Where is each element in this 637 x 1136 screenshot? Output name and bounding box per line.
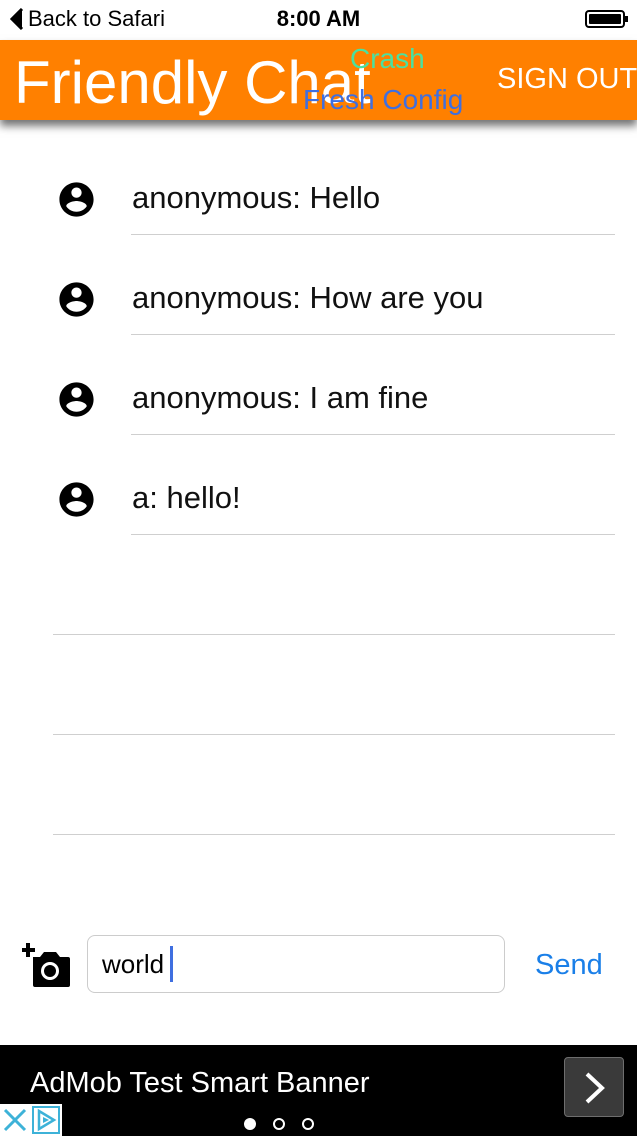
empty-row [0,535,637,635]
message-row: anonymous: Hello [0,135,637,235]
message-input[interactable] [87,935,505,993]
ad-banner[interactable]: AdMob Test Smart Banner [0,1045,637,1136]
crash-button[interactable]: Crash [350,43,425,75]
message-text: anonymous: I am fine [132,380,429,415]
message-row: a: hello! [0,435,637,535]
message-row: anonymous: I am fine [0,335,637,435]
ad-page-indicator [244,1118,316,1132]
add-a-photo-icon[interactable] [22,943,70,987]
text-caret [170,946,173,982]
account-circle-icon [59,382,94,417]
status-time: 8:00 AM [276,6,361,31]
chevron-right-icon [585,1072,605,1104]
fresh-config-button[interactable]: Fresh Config [303,84,463,116]
account-circle-icon [59,482,94,517]
row-divider [53,834,615,835]
empty-row [0,635,637,735]
sign-out-button[interactable]: SIGN OUT [497,63,637,96]
message-row: anonymous: How are you [0,235,637,335]
account-circle-icon [59,282,94,317]
ad-choices [0,1104,62,1136]
adchoices-icon[interactable] [32,1106,60,1134]
page-dot-active[interactable] [244,1118,256,1130]
page-dot[interactable] [273,1118,285,1130]
status-bar: Back to Safari 8:00 AM [0,0,637,40]
screen: Back to Safari 8:00 AM Friendly Chat Cra… [0,0,637,1136]
ad-open-button[interactable] [564,1057,624,1117]
battery-icon [585,10,628,28]
message-text: anonymous: Hello [132,180,381,215]
empty-row [0,735,637,835]
account-circle-icon [59,182,94,217]
close-icon[interactable] [2,1106,28,1134]
page-dot[interactable] [302,1118,314,1130]
app-bar: Friendly Chat Crash Fresh Config SIGN OU… [0,40,637,120]
ad-text: AdMob Test Smart Banner [30,1067,370,1099]
message-text: a: hello! [132,480,241,515]
message-text: anonymous: How are you [132,280,484,315]
send-button[interactable]: Send [535,949,603,982]
